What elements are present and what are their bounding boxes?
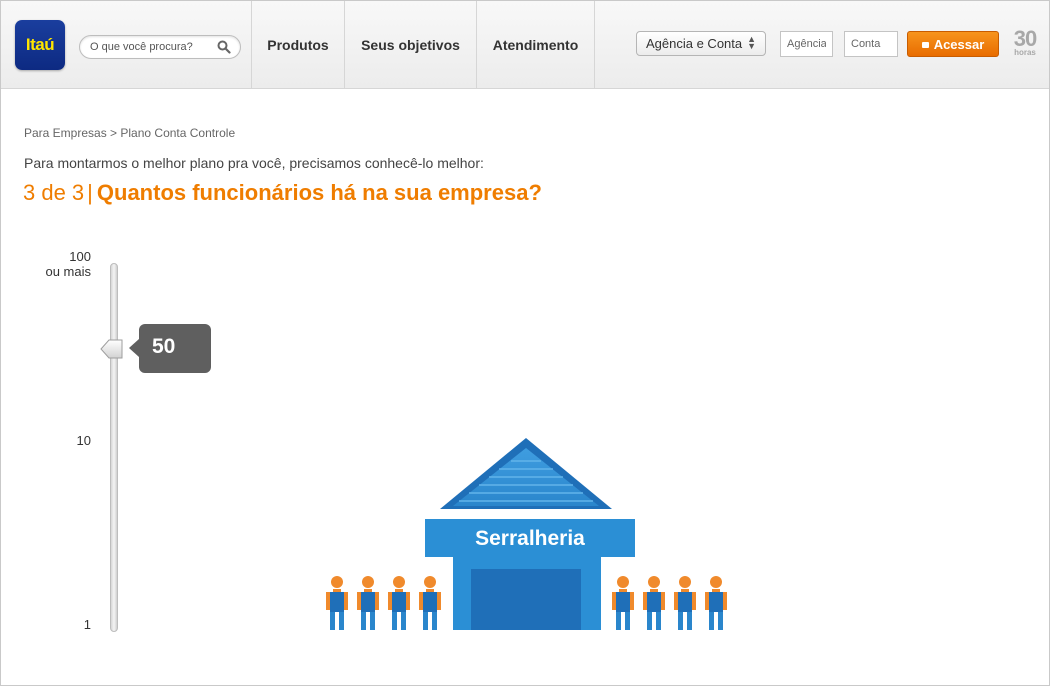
header: Itaú Produtos Seus objetivos Atendimento… — [1, 1, 1049, 89]
nav-item-produtos[interactable]: Produtos — [251, 1, 344, 88]
account-type-select[interactable]: Agência e Conta ▲ ▼ — [636, 31, 766, 56]
lock-icon — [921, 42, 929, 48]
main-nav: Produtos Seus objetivos Atendimento — [251, 1, 595, 88]
employee-figure — [419, 576, 441, 630]
badge-number: 30 — [1013, 26, 1037, 51]
itau-logo[interactable]: Itaú — [15, 20, 65, 70]
employee-figure — [357, 576, 379, 630]
login-button[interactable]: Acessar — [907, 31, 999, 57]
thirty-hours-badge: 30 horas — [1009, 26, 1041, 57]
page-subtitle: Para montarmos o melhor plano pra você, … — [24, 155, 484, 171]
building-door — [471, 569, 581, 630]
slider-label-top: 100 ou mais — [45, 249, 91, 279]
account-type-value: Agência e Conta — [646, 36, 743, 51]
question-heading: 3 de 3 | Quantos funcionários há na sua em… — [23, 180, 542, 206]
step-separator: | — [87, 180, 93, 205]
logo-text: Itaú — [25, 35, 55, 54]
employees-slider-track[interactable] — [110, 263, 118, 632]
question-text: Quantos funcionários há na sua empresa? — [96, 180, 542, 205]
search-box[interactable] — [79, 35, 241, 59]
building-label: Serralheria — [475, 527, 585, 550]
company-illustration: Serralheria — [326, 438, 727, 630]
employee-figure — [674, 576, 696, 630]
badge-text: horas — [1014, 48, 1036, 57]
employee-figure — [388, 576, 410, 630]
page-frame: Itaú Produtos Seus objetivos Atendimento… — [0, 0, 1050, 686]
nav-item-atendimento[interactable]: Atendimento — [476, 1, 595, 88]
slider-thumb-icon[interactable] — [100, 338, 124, 360]
employee-figure — [705, 576, 727, 630]
search-input[interactable] — [90, 39, 210, 54]
breadcrumb: Para Empresas > Plano Conta Controle — [24, 126, 236, 140]
employee-figure — [643, 576, 665, 630]
slider-label-bottom: 1 — [83, 617, 91, 632]
login-button-label: Acessar — [933, 37, 985, 52]
employee-figure — [326, 576, 348, 630]
agency-field[interactable] — [780, 31, 833, 57]
step-indicator: 3 de 3 — [23, 180, 85, 205]
slider-label-middle: 10 — [76, 433, 91, 448]
account-field[interactable] — [844, 31, 898, 57]
nav-item-seus-objetivos[interactable]: Seus objetivos — [344, 1, 476, 88]
slider-value-bubble: 50 — [129, 324, 211, 373]
search-icon[interactable] — [217, 40, 231, 54]
employee-figure — [612, 576, 634, 630]
select-arrows-icon: ▲ ▼ — [747, 34, 756, 51]
